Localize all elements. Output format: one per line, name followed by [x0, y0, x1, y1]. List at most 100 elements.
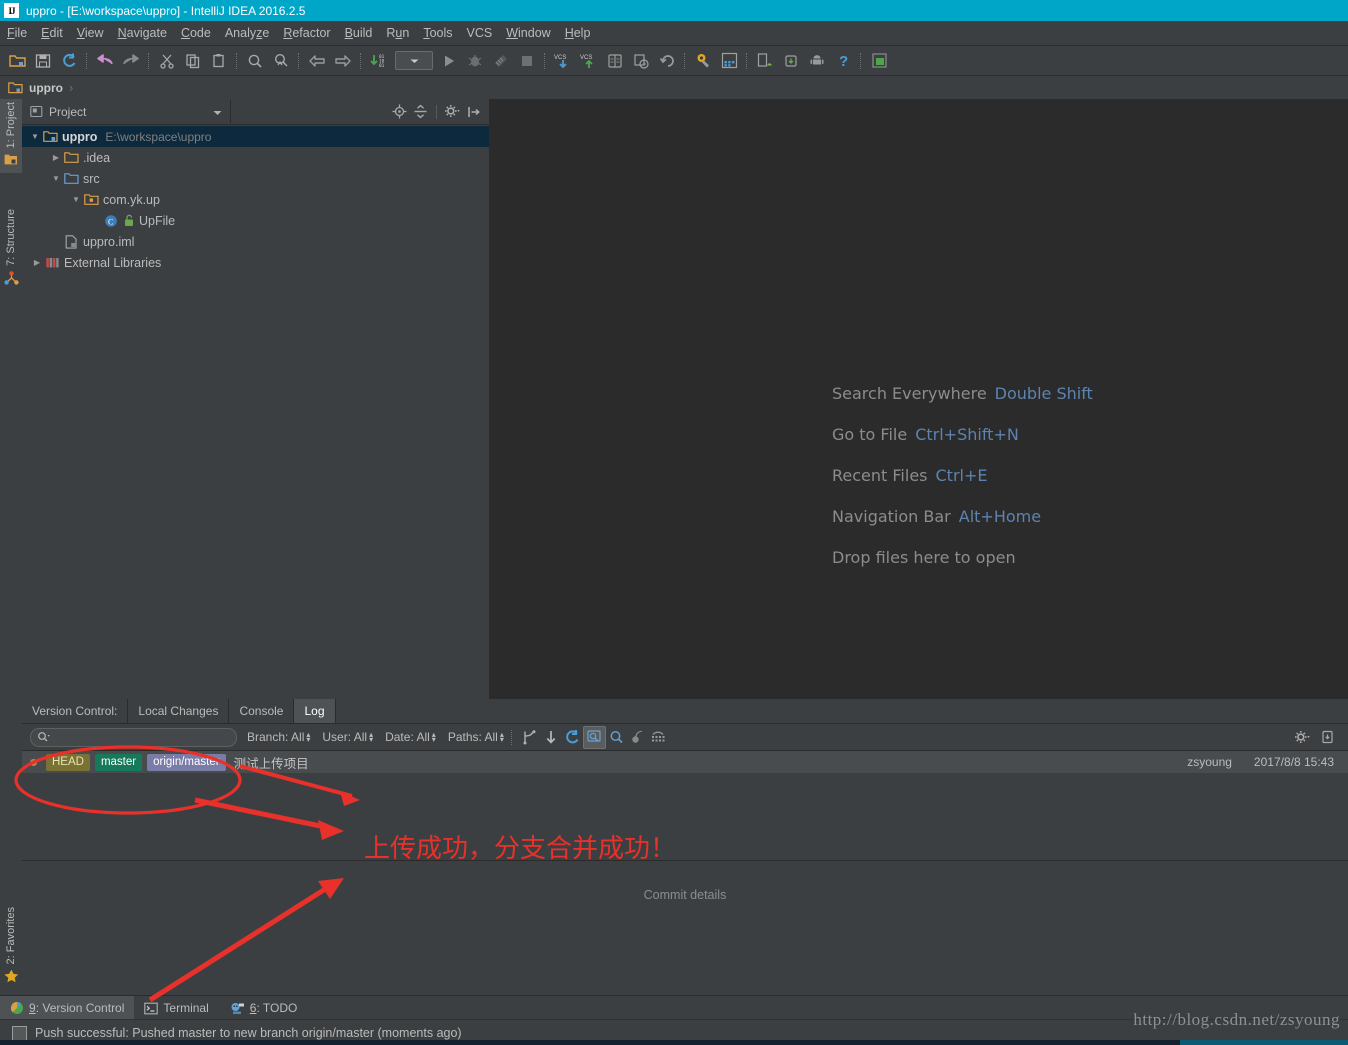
history-icon[interactable] [630, 50, 652, 72]
watermark-url: http://blog.csdn.net/zsyoung [1133, 1010, 1340, 1030]
collapse-icon[interactable] [541, 727, 562, 748]
undo-icon[interactable] [94, 50, 116, 72]
menu-tools[interactable]: Tools [416, 23, 459, 43]
filter-date-label: Date: All [385, 730, 430, 744]
back-icon[interactable] [306, 50, 328, 72]
breadcrumb-item-uppro[interactable]: uppro [29, 81, 63, 95]
tree-row-uppro-iml[interactable]: uppro.iml [22, 231, 489, 252]
svg-text:VCS: VCS [554, 55, 566, 61]
gear-settings-icon[interactable] [443, 102, 462, 121]
filter-user[interactable]: User: All ▴▾ [322, 730, 373, 744]
sidebar-item-project[interactable]: 1: Project [0, 99, 22, 173]
tree-label-uppro: uppro [62, 130, 97, 144]
forward-icon[interactable] [332, 50, 354, 72]
save-all-icon[interactable] [32, 50, 54, 72]
menu-help[interactable]: Help [558, 23, 598, 43]
project-view-selector[interactable]: Project [22, 100, 231, 123]
project-structure-icon[interactable] [718, 50, 740, 72]
menu-edit[interactable]: Edit [34, 23, 70, 43]
redo-icon[interactable] [120, 50, 142, 72]
show-details-icon[interactable] [583, 726, 606, 749]
expand-arrow-down-icon[interactable]: ▼ [28, 132, 42, 141]
cut-icon[interactable] [156, 50, 178, 72]
hide-panel-icon[interactable] [1317, 727, 1338, 748]
refresh-icon[interactable] [562, 727, 583, 748]
expand-arrow-down-icon[interactable]: ▼ [69, 195, 83, 204]
filter-branch[interactable]: Branch: All ▴▾ [247, 730, 310, 744]
tab-local-changes[interactable]: Local Changes [128, 699, 229, 723]
toolbar-separator [148, 53, 150, 69]
menu-code[interactable]: Code [174, 23, 218, 43]
run-icon[interactable] [438, 50, 460, 72]
tree-row-external-libraries[interactable]: ▶ External Libraries [22, 252, 489, 273]
rollback-icon[interactable] [656, 50, 678, 72]
table-row[interactable]: HEAD master origin/master 测试上传项目 zsyoung… [22, 751, 1348, 773]
breadcrumb-project-icon [8, 81, 23, 94]
bottom-tab-todo[interactable]: 6: TODO [219, 996, 308, 1020]
project-panel-header: Project [22, 99, 489, 125]
tree-row-package[interactable]: ▼ com.yk.up [22, 189, 489, 210]
expand-arrow-right-icon[interactable]: ▶ [30, 258, 44, 267]
find-icon[interactable] [244, 50, 266, 72]
sidebar-item-favorites[interactable]: 2: Favorites [0, 904, 22, 990]
bottom-tab-version-control[interactable]: 9: Version Control [0, 996, 134, 1020]
bottom-tab-terminal[interactable]: Terminal [134, 996, 218, 1020]
expand-arrow-down-icon[interactable]: ▼ [49, 174, 63, 183]
sdk-manager-icon[interactable] [780, 50, 802, 72]
tab-console[interactable]: Console [229, 699, 294, 723]
save-sync-icon[interactable] [868, 50, 890, 72]
compile-icon[interactable]: 011001 [368, 50, 390, 72]
vcs-commit-icon[interactable]: VCS [578, 50, 600, 72]
log-filters: Branch: All ▴▾ User: All ▴▾ Date: All ▴▾… [247, 730, 504, 744]
help-icon[interactable]: ? [832, 50, 854, 72]
menu-navigate[interactable]: Navigate [111, 23, 174, 43]
menu-file[interactable]: File [0, 23, 34, 43]
sync-refresh-icon[interactable] [58, 50, 80, 72]
version-control-tool-window: Version Control: Local Changes Console L… [22, 699, 1348, 995]
run-configurations-dropdown[interactable] [395, 51, 433, 70]
menu-vcs[interactable]: VCS [460, 23, 500, 43]
tree-row-uppro[interactable]: ▼ uppro E:\workspace\uppro [22, 126, 489, 147]
go-to-hash-icon[interactable] [606, 727, 627, 748]
paste-icon[interactable] [208, 50, 230, 72]
settings-icon[interactable] [692, 50, 714, 72]
filter-date[interactable]: Date: All ▴▾ [385, 730, 436, 744]
android-icon[interactable] [806, 50, 828, 72]
intellisort-icon[interactable] [520, 727, 541, 748]
menu-view[interactable]: View [70, 23, 111, 43]
editor-empty-area[interactable]: Search EverywhereDouble Shift Go to File… [489, 99, 1348, 699]
search-icon [37, 731, 50, 743]
show-tags-icon[interactable] [648, 727, 669, 748]
copy-icon[interactable] [182, 50, 204, 72]
cherry-pick-icon[interactable] [627, 727, 648, 748]
menu-build[interactable]: Build [338, 23, 380, 43]
tree-row-upfile[interactable]: C UpFile [22, 210, 489, 231]
tab-log[interactable]: Log [294, 699, 335, 723]
tree-row-idea[interactable]: ▶ .idea [22, 147, 489, 168]
menu-analyze[interactable]: Analyze [218, 23, 276, 43]
iml-file-icon [63, 235, 80, 249]
diff-icon[interactable] [604, 50, 626, 72]
debug-icon[interactable] [464, 50, 486, 72]
gear-settings-icon[interactable] [1292, 727, 1313, 748]
open-folder-icon[interactable] [6, 50, 28, 72]
menu-window[interactable]: Window [499, 23, 557, 43]
coverage-icon[interactable] [490, 50, 512, 72]
stop-icon[interactable] [516, 50, 538, 72]
external-libraries-icon [44, 256, 61, 269]
locate-icon[interactable] [390, 102, 409, 121]
expand-arrow-right-icon[interactable]: ▶ [49, 153, 63, 162]
vcs-update-icon[interactable]: VCS [552, 50, 574, 72]
menu-run[interactable]: Run [379, 23, 416, 43]
search-input[interactable] [30, 728, 237, 747]
menu-refactor[interactable]: Refactor [276, 23, 337, 43]
sidebar-item-structure[interactable]: 7: Structure [0, 206, 22, 292]
collapse-all-icon[interactable] [411, 102, 430, 121]
tree-row-src[interactable]: ▼ src [22, 168, 489, 189]
tree-label-src: src [83, 172, 100, 186]
replace-icon[interactable] [270, 50, 292, 72]
hide-icon[interactable] [464, 102, 483, 121]
intellij-idea-window: IJ uppro - [E:\workspace\uppro] - Intell… [0, 0, 1348, 1045]
avd-manager-icon[interactable] [754, 50, 776, 72]
filter-paths[interactable]: Paths: All ▴▾ [448, 730, 504, 744]
